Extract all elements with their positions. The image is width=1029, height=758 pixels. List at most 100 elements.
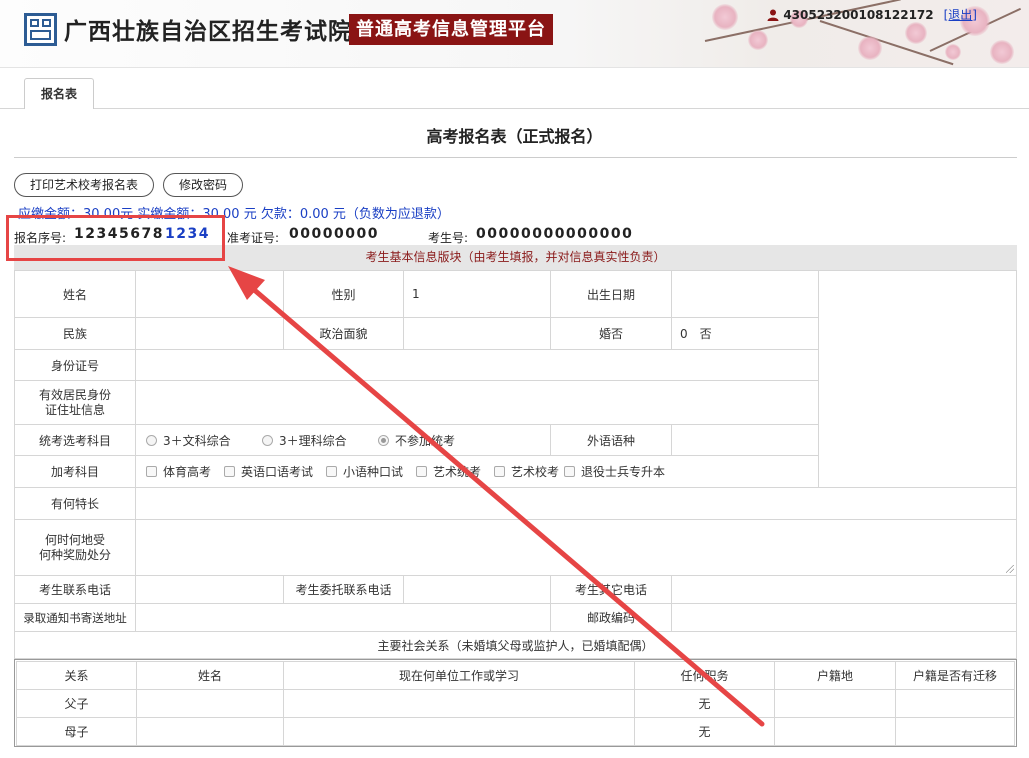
political-status-label: 政治面貌 [283,317,404,350]
logout-link[interactable]: [退出] [944,6,977,23]
table-row: 父子 无 [14,689,1017,718]
award-label: 何时何地受 何种奖励处分 [14,519,136,576]
column-header: 户籍地 [774,661,896,690]
page-title: 高考报名表（正式报名） [426,127,603,146]
ethnicity-field [135,317,284,350]
tab-registration-form[interactable]: 报名表 [24,78,94,109]
title-divider [14,157,1017,158]
radio-icon[interactable] [262,434,273,446]
user-area: 430523200108122172 [退出] [767,6,977,23]
phone-input[interactable] [135,575,284,604]
table-row: 加考科目 体育高考 英语口语考试 小语种口试 艺术统考 艺术校考 退役士兵专升本 [14,455,1017,488]
platform-name-badge: 普通高考信息管理平台 [349,14,553,45]
award-textarea[interactable] [135,519,1017,576]
tab-divider [0,108,1029,109]
gender-label: 性别 [283,270,404,318]
birth-date-field [671,270,819,318]
gender-field: 1 [403,270,551,318]
checkbox-icon[interactable] [564,466,575,477]
relation-workplace-cell [283,689,635,718]
residence-label-line2: 证住址信息 [44,402,105,417]
exam-subject-label: 统考选考科目 [14,424,136,456]
postcode-input[interactable] [671,603,1017,632]
extra-option-english-oral[interactable]: 英语口语考试 [224,463,313,480]
foreign-language-label: 外语语种 [550,424,672,456]
checkbox-icon[interactable] [224,466,235,477]
political-status-field [403,317,551,350]
column-header: 任何职务 [634,661,775,690]
annotation-highlight-box [6,215,225,261]
table-row: 录取通知书寄送地址 邮政编码 [14,603,1017,632]
table-row: 母子 无 [14,717,1017,746]
table-row: 考生联系电话 考生委托联系电话 考生其它电话 [14,575,1017,604]
relations-title: 主要社会关系（未婚填父母或监护人，已婚填配偶） [14,631,1017,659]
marital-label: 婚否 [550,317,672,350]
residence-label: 有效居民身份 证住址信息 [14,380,136,425]
radio-icon[interactable] [146,434,157,446]
radio-selected-icon[interactable] [378,434,389,446]
exam-no-label: 考生号: [428,231,469,245]
table-row: 有何特长 [14,487,1017,520]
exam-no-value: 00000000000000 [476,226,634,242]
site-header: 广西壮族自治区招生考试院 普通高考信息管理平台 4305232001081221… [0,0,1029,68]
residence-field [135,380,819,425]
column-header: 户籍是否有迁移 [895,661,1015,690]
table-row: 民族 政治面貌 婚否 0 否 [14,317,1017,350]
user-icon [767,9,779,21]
postcode-label: 邮政编码 [550,603,672,632]
award-label-line2: 何种奖励处分 [38,547,111,562]
print-art-form-button[interactable]: 打印艺术校考报名表 [14,173,154,197]
subject-option-science[interactable]: 3＋理科综合 [262,432,347,449]
mailing-address-input[interactable] [135,603,551,632]
name-field [135,270,284,318]
table-row: 何时何地受 何种奖励处分 [14,519,1017,576]
relation-migration-cell [895,689,1015,718]
ethnicity-label: 民族 [14,317,136,350]
column-header: 现在何单位工作或学习 [283,661,635,690]
name-label: 姓名 [14,270,136,318]
marital-field: 0 否 [671,317,819,350]
proxy-phone-input[interactable] [403,575,551,604]
extra-option-minor-language-oral[interactable]: 小语种口试 [326,463,403,480]
extra-option-art-school[interactable]: 艺术校考 [494,463,559,480]
resize-grip-icon[interactable] [1006,565,1014,573]
relation-name-cell [136,689,284,718]
ticket-no-value: 00000000 [289,226,379,242]
relation-name-cell [136,717,284,746]
change-password-button[interactable]: 修改密码 [163,173,243,197]
relation-position-cell: 无 [634,689,775,718]
foreign-language-field [671,424,819,456]
user-id: 430523200108122172 [783,7,934,22]
table-row: 主要社会关系（未婚填父母或监护人，已婚填配偶） [14,631,1017,659]
checkbox-icon[interactable] [416,466,427,477]
table-row: 身份证号 [14,349,1017,381]
exam-subject-radio-group: 3＋文科综合 3＋理科综合 不参加统考 [135,424,551,456]
extra-option-veteran-upgrade[interactable]: 退役士兵专升本 [564,463,665,480]
relation-migration-cell [895,717,1015,746]
talent-label: 有何特长 [14,487,136,520]
relation-workplace-cell [283,717,635,746]
subject-option-arts[interactable]: 3＋文科综合 [146,432,231,449]
extra-subject-checkbox-group: 体育高考 英语口语考试 小语种口试 艺术统考 艺术校考 退役士兵专升本 [135,455,819,488]
mailing-address-label: 录取通知书寄送地址 [14,603,136,632]
talent-input[interactable] [135,487,1017,520]
relation-position-cell: 无 [634,717,775,746]
checkbox-icon[interactable] [494,466,505,477]
table-row: 统考选考科目 3＋文科综合 3＋理科综合 不参加统考 外语语种 [14,424,1017,456]
checkbox-icon[interactable] [146,466,157,477]
subject-option-none[interactable]: 不参加统考 [378,432,455,449]
table-row: 有效居民身份 证住址信息 [14,380,1017,425]
proxy-phone-label: 考生委托联系电话 [283,575,404,604]
extra-option-art-unified[interactable]: 艺术统考 [416,463,481,480]
relation-hukou-cell [774,717,896,746]
other-phone-label: 考生其它电话 [550,575,672,604]
checkbox-icon[interactable] [326,466,337,477]
relations-header-row: 关系 姓名 现在何单位工作或学习 任何职务 户籍地 户籍是否有迁移 [14,661,1017,690]
ticket-no-label: 准考证号: [227,231,280,245]
other-phone-input[interactable] [671,575,1017,604]
birth-date-label: 出生日期 [550,270,672,318]
extra-option-pe[interactable]: 体育高考 [146,463,211,480]
org-logo-icon [24,13,57,46]
id-number-label: 身份证号 [14,349,136,381]
extra-subject-label: 加考科目 [14,455,136,488]
